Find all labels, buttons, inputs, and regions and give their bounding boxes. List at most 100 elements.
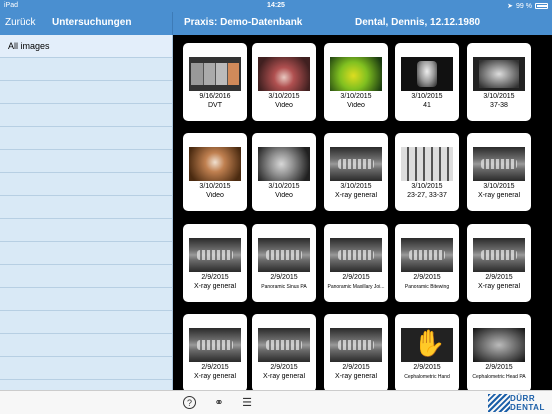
battery-icon (535, 3, 548, 9)
image-thumbnail (330, 328, 382, 362)
sidebar-empty-row (0, 357, 172, 380)
card-date: 3/10/2015 (411, 183, 443, 190)
sidebar-empty-row (0, 242, 172, 265)
sidebar-empty-row (0, 265, 172, 288)
image-thumbnail (401, 57, 453, 91)
sidebar-empty-row (0, 150, 172, 173)
sidebar-empty-row (0, 58, 172, 81)
image-card[interactable]: 2/9/2015 X-ray general (183, 314, 247, 390)
image-thumbnail (189, 147, 241, 181)
card-date: 2/9/2015 (485, 274, 513, 281)
image-thumbnail (473, 328, 525, 362)
sidebar-empty-row (0, 81, 172, 104)
image-card[interactable]: 3/10/2015 23-27, 33-37 (395, 133, 459, 211)
sidebar-empty-row (0, 173, 172, 196)
patient-title: Dental, Dennis, 12.12.1980 (355, 17, 481, 28)
durr-dental-logo: DÜRR DENTAL (488, 392, 548, 414)
image-thumbnail (401, 328, 453, 362)
image-thumbnail (473, 238, 525, 272)
card-type: X-ray general (193, 373, 237, 380)
card-date: 2/9/2015 (270, 364, 298, 371)
document-icon[interactable]: ☰ (239, 395, 255, 411)
image-card[interactable]: 2/9/2015 Panoramic Maxillary Joi... (324, 224, 388, 302)
image-card[interactable]: 3/10/2015 Video (183, 133, 247, 211)
card-type: X-ray general (477, 192, 521, 199)
card-date: 2/9/2015 (201, 364, 229, 371)
card-date: 3/10/2015 (268, 93, 300, 100)
image-card[interactable]: 3/10/2015 X-ray general (324, 133, 388, 211)
location-arrow-icon: ➤ (507, 3, 514, 10)
navigation-bar: Zurück Untersuchungen Praxis: Demo-Daten… (0, 12, 552, 35)
card-type: X-ray general (193, 283, 237, 290)
status-bar: iPad 14:25 ➤ 99 % (0, 0, 552, 12)
image-thumbnail (473, 57, 525, 91)
image-card[interactable]: 2/9/2015 Panoramic Sinus PA (252, 224, 316, 302)
card-date: 3/10/2015 (199, 183, 231, 190)
card-date: 2/9/2015 (342, 274, 370, 281)
image-card[interactable]: 9/16/2016 DVT (183, 43, 247, 121)
card-type: 41 (423, 102, 431, 109)
card-type: 23-27, 33-37 (407, 192, 447, 199)
image-card[interactable]: 3/10/2015 37-38 (467, 43, 531, 121)
image-thumbnail (258, 328, 310, 362)
logo-line-2: DENTAL (510, 403, 545, 412)
question-circle-icon[interactable]: ? (183, 396, 196, 409)
image-thumbnail (330, 57, 382, 91)
logo-stripes-icon (488, 394, 510, 412)
image-card[interactable]: 2/9/2015 X-ray general (252, 314, 316, 390)
card-date: 3/10/2015 (340, 183, 372, 190)
logo-text: DÜRR DENTAL (510, 394, 545, 412)
image-thumbnail (401, 147, 453, 181)
image-thumbnail (473, 147, 525, 181)
image-thumbnail (189, 328, 241, 362)
card-type: Panoramic Sinus PA (261, 284, 307, 290)
sidebar-empty-row (0, 127, 172, 150)
card-type: Video (347, 102, 365, 109)
clock: 14:25 (267, 2, 285, 9)
status-right: ➤ 99 % (507, 2, 548, 10)
image-card[interactable]: 2/9/2015 Panoramic Bitewing (395, 224, 459, 302)
card-type: X-ray general (262, 373, 306, 380)
sidebar-empty-row (0, 219, 172, 242)
image-thumbnail (189, 238, 241, 272)
card-date: 3/10/2015 (340, 93, 372, 100)
master-title: Untersuchungen (52, 17, 132, 28)
image-thumbnail (330, 147, 382, 181)
image-card[interactable]: 2/9/2015 X-ray general (324, 314, 388, 390)
image-card[interactable]: 2/9/2015 X-ray general (183, 224, 247, 302)
card-date: 2/9/2015 (485, 364, 513, 371)
card-date: 2/9/2015 (342, 364, 370, 371)
card-type: DVT (208, 102, 222, 109)
image-thumbnail (330, 238, 382, 272)
card-date: 2/9/2015 (201, 274, 229, 281)
image-thumbnail (189, 57, 241, 91)
image-grid: 9/16/2016 DVT 3/10/2015 Video 3/10/2015 Video… (173, 35, 552, 390)
sidebar-item-all-images[interactable]: All images (0, 35, 172, 58)
sidebar-empty-row (0, 311, 172, 334)
battery-percent: 99 % (516, 2, 532, 10)
image-thumbnail (258, 147, 310, 181)
card-type: Video (275, 102, 293, 109)
image-card[interactable]: 2/9/2015 X-ray general (467, 224, 531, 302)
card-type: X-ray general (477, 283, 521, 290)
image-card[interactable]: 2/9/2015 Cephalometric Hand (395, 314, 459, 390)
card-type: Cephalometric Head PA (472, 374, 526, 380)
practice-title: Praxis: Demo-Datenbank (184, 17, 303, 28)
card-type: Video (275, 192, 293, 199)
card-type: Video (206, 192, 224, 199)
image-card[interactable]: 3/10/2015 X-ray general (467, 133, 531, 211)
image-thumbnail (258, 238, 310, 272)
card-type: X-ray general (334, 192, 378, 199)
image-card[interactable]: 3/10/2015 Video (324, 43, 388, 121)
card-type: X-ray general (334, 373, 378, 380)
link-icon[interactable]: ⚭ (211, 395, 227, 411)
image-card[interactable]: 2/9/2015 Cephalometric Head PA (467, 314, 531, 390)
image-card[interactable]: 3/10/2015 41 (395, 43, 459, 121)
image-card[interactable]: 3/10/2015 Video (252, 43, 316, 121)
bottom-toolbar: ? ⚭ ☰ DÜRR DENTAL (0, 390, 552, 414)
card-date: 2/9/2015 (270, 274, 298, 281)
back-button[interactable]: Zurück (5, 17, 36, 28)
card-type: 37-38 (490, 102, 508, 109)
image-card[interactable]: 3/10/2015 Video (252, 133, 316, 211)
card-date: 3/10/2015 (411, 93, 443, 100)
